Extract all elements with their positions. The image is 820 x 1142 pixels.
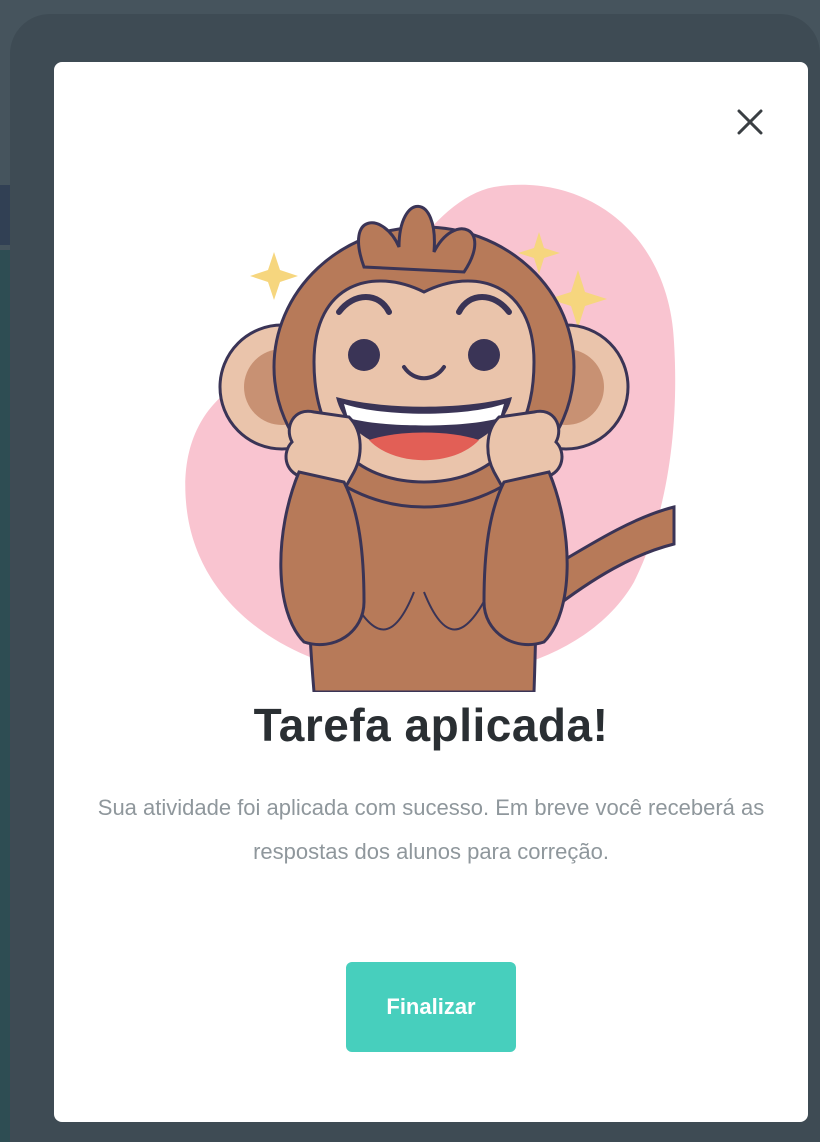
close-icon xyxy=(737,109,763,135)
close-button[interactable] xyxy=(726,98,774,146)
arm-left xyxy=(279,470,366,647)
celebrating-monkey-illustration xyxy=(185,184,676,692)
modal-frame: Tarefa aplicada! Sua atividade foi aplic… xyxy=(10,14,820,1142)
modal-title: Tarefa aplicada! xyxy=(253,699,609,751)
success-modal: Tarefa aplicada! Sua atividade foi aplic… xyxy=(54,62,808,1122)
eye-right xyxy=(468,339,500,371)
arm-right xyxy=(482,470,569,647)
eye-left xyxy=(348,339,380,371)
sparkle-icon xyxy=(250,252,298,300)
finalize-button[interactable]: Finalizar xyxy=(346,962,516,1052)
modal-message: Sua atividade foi aplicada com sucesso. … xyxy=(97,795,765,864)
